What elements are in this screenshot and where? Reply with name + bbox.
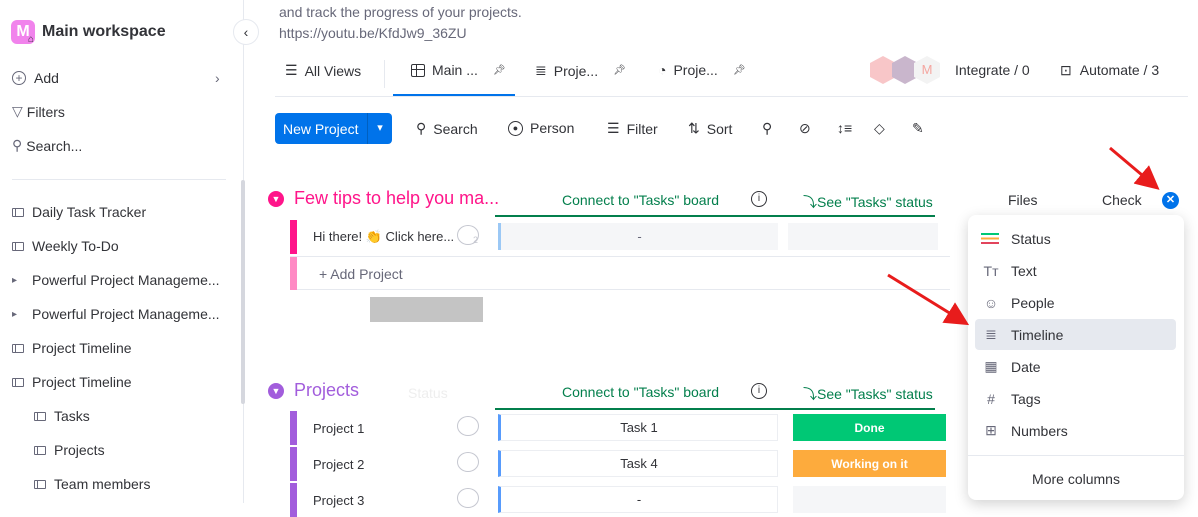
arrow-to-timeline (887, 273, 970, 326)
annotation-arrows (887, 146, 1160, 326)
arrow-to-close-button (1109, 146, 1160, 190)
